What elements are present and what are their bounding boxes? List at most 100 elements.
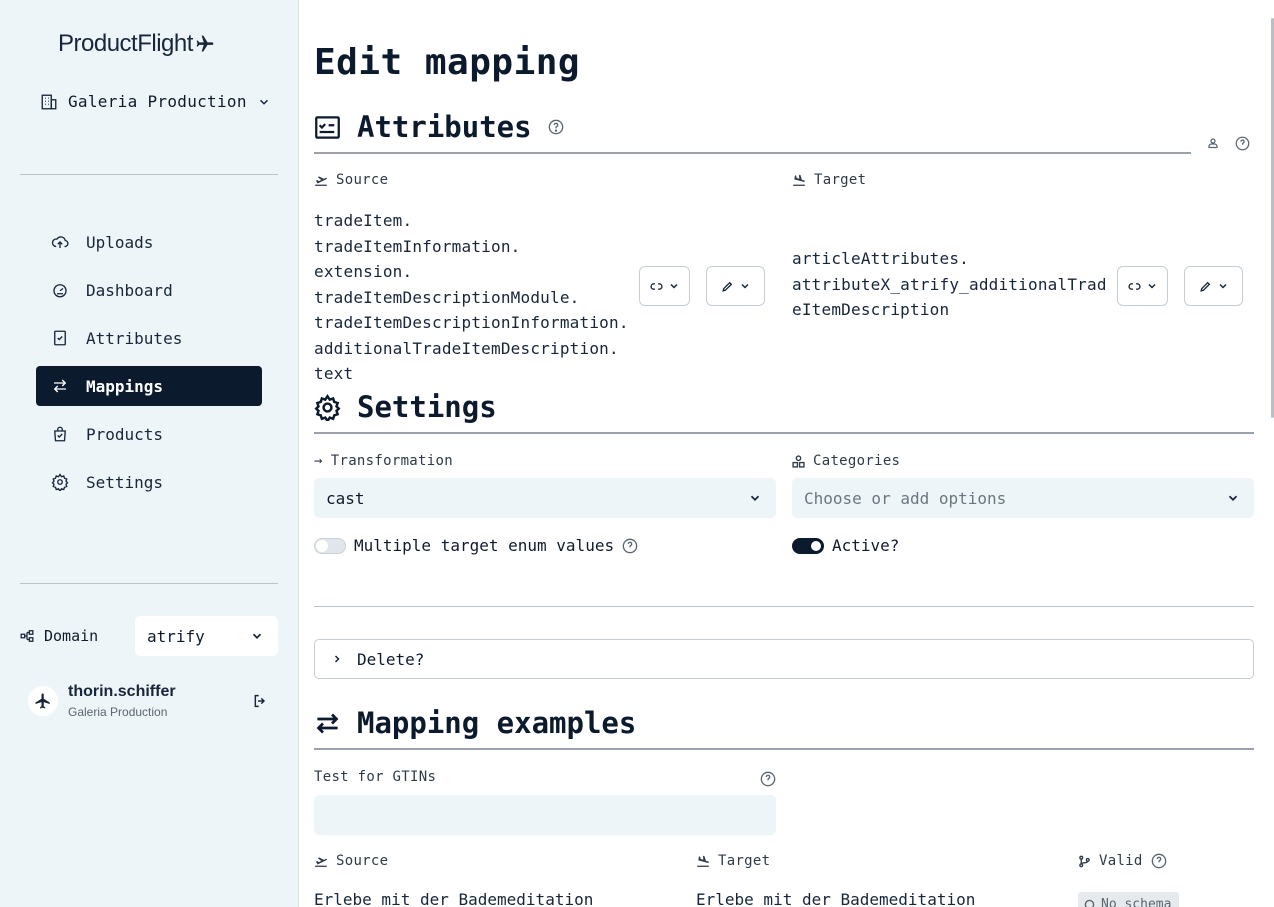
chevron-down-icon — [259, 99, 268, 105]
sidebar-divider — [20, 583, 278, 584]
chevron-down-icon — [252, 633, 262, 639]
source-label: Source — [314, 172, 388, 188]
nav-item-settings[interactable]: Settings — [36, 462, 262, 502]
source-link-button[interactable] — [639, 266, 690, 306]
help-icon[interactable] — [622, 538, 638, 554]
sidebar: ProductFlight Galeria Production Uploads… — [0, 0, 299, 907]
chevron-down-icon — [1218, 283, 1227, 289]
main-content: Edit mapping Attributes Source Target tr… — [314, 0, 1254, 907]
arrow-right-icon: → — [314, 453, 323, 469]
help-icon[interactable] — [548, 119, 564, 135]
pencil-icon — [1199, 281, 1210, 292]
section-divider — [314, 606, 1254, 607]
domain-row: Domain atrify — [20, 616, 278, 656]
categories-placeholder: Choose or add options — [804, 488, 1007, 508]
nav-item-attributes[interactable]: Attributes — [36, 318, 262, 358]
transformation-value: cast — [326, 488, 365, 508]
logo-text: ProductFlight — [58, 30, 193, 57]
source-edit-button[interactable] — [706, 266, 765, 306]
user-panel: thorin.schiffer Galeria Production — [28, 683, 268, 719]
help-icon[interactable] — [1151, 853, 1167, 869]
logout-icon[interactable] — [252, 693, 268, 709]
link-icon — [1127, 282, 1141, 290]
section-divider — [314, 432, 1254, 434]
sidebar-divider — [20, 174, 278, 175]
app-logo[interactable]: ProductFlight — [58, 30, 215, 58]
page-title: Edit mapping — [314, 42, 581, 83]
upload-cloud-icon — [51, 236, 69, 248]
examples-target-label: Target — [696, 853, 770, 869]
section-divider — [314, 152, 1191, 154]
circle-icon — [1084, 899, 1095, 907]
status-badge: No schema — [1078, 892, 1180, 907]
mapping-examples-heading: Mapping examples — [314, 706, 636, 740]
building-icon — [41, 94, 57, 109]
categories-label: Categories — [792, 453, 900, 469]
nav-item-mappings[interactable]: Mappings — [36, 366, 262, 406]
nav-label: Uploads — [86, 232, 154, 252]
attributes-list-icon — [315, 115, 340, 139]
airplane-icon — [35, 693, 50, 709]
org-label: Galeria Production — [68, 92, 247, 111]
help-icon[interactable] — [760, 771, 776, 787]
target-edit-button[interactable] — [1184, 266, 1243, 306]
nav-label: Mappings — [86, 376, 164, 396]
active-toggle[interactable] — [792, 537, 824, 554]
settings-heading: Settings — [314, 390, 497, 424]
multiple-enum-toggle[interactable] — [314, 537, 346, 554]
delete-collapsible[interactable]: Delete? — [314, 639, 1254, 679]
nav-item-dashboard[interactable]: Dashboard — [36, 270, 262, 310]
branch-icon — [1079, 855, 1090, 867]
settings-icon — [51, 473, 69, 491]
gtin-label: Test for GTINs — [314, 769, 437, 785]
pencil-icon — [721, 281, 732, 292]
section-divider — [314, 748, 1254, 750]
sidebar-nav: Uploads Dashboard Attributes Mappings Pr… — [36, 222, 262, 510]
chevron-down-icon — [669, 283, 678, 289]
swap-arrows-icon — [316, 713, 339, 733]
chevron-down-icon — [1147, 283, 1156, 289]
gtin-input[interactable] — [314, 795, 776, 835]
chevron-right-icon — [334, 655, 340, 663]
dashboard-icon — [53, 284, 67, 298]
landing-icon — [697, 855, 709, 867]
airplane-icon — [196, 35, 214, 52]
multiple-enum-row: Multiple target enum values — [314, 536, 638, 555]
nav-label: Attributes — [86, 328, 183, 348]
target-path: articleAttributes. attributeX_atrify_add… — [792, 249, 1107, 319]
target-label: Target — [792, 172, 866, 188]
nav-label: Dashboard — [86, 280, 173, 300]
domain-label: Domain — [20, 627, 135, 645]
nav-label: Products — [86, 424, 164, 444]
categories-select[interactable]: Choose or add options — [792, 478, 1254, 518]
attributes-heading: Attributes — [314, 110, 564, 144]
takeoff-icon — [315, 857, 327, 867]
link-icon — [649, 282, 663, 290]
avatar — [28, 686, 58, 716]
attributes-icon — [54, 330, 66, 346]
user-name: thorin.schiffer — [68, 683, 176, 700]
chevron-down-icon — [740, 283, 749, 289]
domain-select[interactable]: atrify — [135, 616, 278, 656]
transformation-label: → Transformation — [314, 453, 453, 469]
chevron-down-icon — [1228, 495, 1238, 501]
nav-item-products[interactable]: Products — [36, 414, 262, 454]
org-selector[interactable]: Galeria Production — [40, 92, 271, 111]
hierarchy-icon — [20, 630, 34, 642]
gear-icon — [314, 393, 341, 421]
shapes-icon — [792, 454, 805, 468]
examples-valid-label: Valid — [1078, 853, 1167, 869]
user-org: Galeria Production — [68, 705, 168, 719]
domain-value: atrify — [147, 626, 205, 646]
nav-item-uploads[interactable]: Uploads — [36, 222, 262, 262]
mappings-icon — [53, 379, 67, 393]
takeoff-icon — [315, 176, 327, 186]
user-icon[interactable] — [1207, 137, 1219, 149]
active-row: Active? — [792, 536, 899, 555]
help-icon[interactable] — [1235, 136, 1250, 151]
landing-icon — [793, 174, 805, 186]
examples-source-label: Source — [314, 853, 388, 869]
example-target-value: Erlebe mit der Bademeditation — [696, 890, 976, 907]
transformation-select[interactable]: cast — [314, 478, 776, 518]
target-link-button[interactable] — [1117, 266, 1168, 306]
